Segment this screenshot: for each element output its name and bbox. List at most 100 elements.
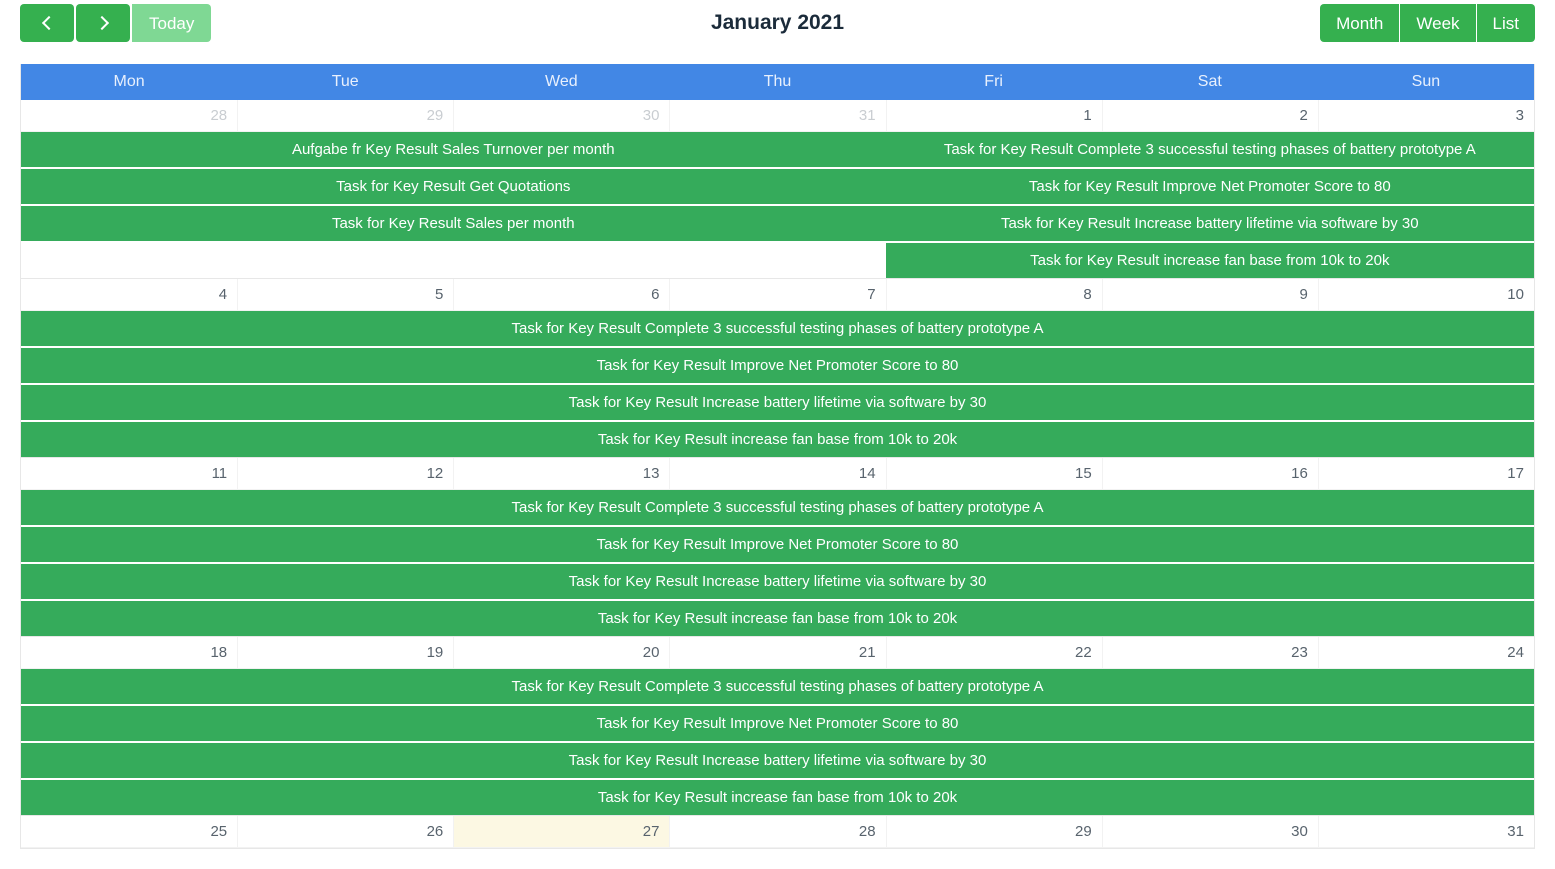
calendar-event[interactable]: Task for Key Result Complete 3 successfu…: [885, 132, 1534, 167]
day-cell[interactable]: 20: [453, 637, 669, 668]
day-of-week-header-row: Mon Tue Wed Thu Fri Sat Sun: [21, 64, 1534, 100]
day-cell[interactable]: 23: [1101, 637, 1318, 668]
event-row: Task for Key Result increase fan base fr…: [21, 780, 1534, 815]
event-row: Task for Key Result Sales per month Task …: [21, 206, 1534, 241]
day-of-week-header: Sat: [1197, 73, 1222, 90]
calendar-event[interactable]: Task for Key Result Increase battery lif…: [21, 385, 1534, 420]
calendar-week-row: 18 19 20 21 22 23 24 Task for Key Result Comple…: [21, 637, 1534, 816]
event-stack: Task for Key Result Complete 3 successfu…: [21, 490, 1534, 636]
view-button-week[interactable]: Week: [1400, 4, 1476, 42]
day-cell[interactable]: 31: [669, 100, 885, 131]
day-cell[interactable]: 14: [669, 458, 885, 489]
day-cell[interactable]: 9: [1101, 279, 1318, 310]
calendar-event[interactable]: Task for Key Result Increase battery lif…: [21, 564, 1534, 599]
day-cell[interactable]: 19: [237, 637, 453, 668]
calendar-event[interactable]: Task for Key Result Complete 3 successfu…: [21, 490, 1534, 525]
event-row: Task for Key Result Complete 3 successfu…: [21, 669, 1534, 704]
navigation-button-group: Today: [20, 4, 212, 42]
event-row: Aufgabe fr Key Result Sales Turnover per…: [21, 132, 1534, 167]
calendar-weeks: 28 29 30 31 1 2 3 Aufgabe fr Key Result Sales T…: [21, 100, 1534, 849]
date-number-row: 28 29 30 31 1 2 3: [21, 100, 1534, 132]
event-row: Task for Key Result Improve Net Promoter…: [21, 348, 1534, 383]
day-of-week-header: Mon: [113, 73, 145, 90]
calendar-event[interactable]: Task for Key Result Improve Net Promoter…: [21, 706, 1534, 741]
day-cell[interactable]: 28: [21, 100, 237, 131]
day-cell[interactable]: 7: [669, 279, 885, 310]
month-calendar-grid: Mon Tue Wed Thu Fri Sat Sun 28 29 30 31 1 2 3 Aufgabe…: [20, 64, 1535, 849]
day-cell[interactable]: 24: [1317, 637, 1534, 668]
day-cell[interactable]: 4: [21, 279, 237, 310]
day-cell[interactable]: 30: [1101, 816, 1318, 847]
day-cell[interactable]: 16: [1101, 458, 1318, 489]
calendar-event[interactable]: Task for Key Result increase fan base fr…: [885, 243, 1534, 278]
day-cell[interactable]: 25: [21, 816, 237, 847]
day-cell[interactable]: 6: [453, 279, 669, 310]
calendar-toolbar: Today January 2021 Month Week List: [0, 0, 1555, 46]
day-cell[interactable]: 13: [453, 458, 669, 489]
day-cell[interactable]: 15: [885, 458, 1102, 489]
event-row: Task for Key Result increase fan base fr…: [21, 601, 1534, 636]
date-number-row: 11 12 13 14 15 16 17: [21, 458, 1534, 490]
calendar-event[interactable]: Task for Key Result increase fan base fr…: [21, 422, 1534, 457]
event-row: Task for Key Result Increase battery lif…: [21, 564, 1534, 599]
calendar-event[interactable]: Task for Key Result increase fan base fr…: [21, 780, 1534, 815]
chevron-right-icon: [94, 15, 109, 31]
event-row: Task for Key Result increase fan base fr…: [21, 243, 1534, 278]
next-month-button[interactable]: [76, 4, 130, 42]
event-row: Task for Key Result Complete 3 successfu…: [21, 311, 1534, 346]
day-of-week-header: Sun: [1411, 73, 1441, 90]
day-cell[interactable]: 17: [1317, 458, 1534, 489]
day-cell[interactable]: 8: [885, 279, 1102, 310]
day-cell[interactable]: 10: [1317, 279, 1534, 310]
calendar-week-row: 4 5 6 7 8 9 10 Task for Key Result Complete 3 s…: [21, 279, 1534, 458]
calendar-event[interactable]: Task for Key Result Improve Net Promoter…: [885, 169, 1534, 204]
calendar-event[interactable]: Task for Key Result Sales per month: [21, 206, 886, 241]
day-cell[interactable]: 30: [453, 100, 669, 131]
day-cell[interactable]: 29: [237, 100, 453, 131]
calendar-event[interactable]: Task for Key Result Increase battery lif…: [885, 206, 1534, 241]
day-of-week-header: Fri: [984, 73, 1003, 90]
day-cell[interactable]: 5: [237, 279, 453, 310]
calendar-event[interactable]: Task for Key Result Get Quotations: [21, 169, 886, 204]
today-button[interactable]: Today: [132, 4, 212, 42]
day-cell[interactable]: 1: [885, 100, 1102, 131]
calendar-week-row: 25 26 27 28 29 30 31: [21, 816, 1534, 849]
calendar-event[interactable]: Task for Key Result increase fan base fr…: [21, 601, 1534, 636]
day-cell[interactable]: 28: [669, 816, 885, 847]
day-cell[interactable]: 29: [885, 816, 1102, 847]
view-button-list[interactable]: List: [1476, 4, 1535, 42]
day-cell[interactable]: 12: [237, 458, 453, 489]
calendar-week-row: 11 12 13 14 15 16 17 Task for Key Result Comple…: [21, 458, 1534, 637]
day-of-week-header: Wed: [545, 73, 578, 90]
day-cell[interactable]: 3: [1317, 100, 1534, 131]
calendar-event[interactable]: Aufgabe fr Key Result Sales Turnover per…: [21, 132, 886, 167]
event-stack: Task for Key Result Complete 3 successfu…: [21, 311, 1534, 457]
calendar-event[interactable]: Task for Key Result Increase battery lif…: [21, 743, 1534, 778]
day-cell[interactable]: 11: [21, 458, 237, 489]
day-cell[interactable]: 2: [1101, 100, 1318, 131]
day-cell[interactable]: 21: [669, 637, 885, 668]
chevron-left-icon: [41, 15, 56, 31]
calendar-event[interactable]: Task for Key Result Improve Net Promoter…: [21, 348, 1534, 383]
event-row: Task for Key Result increase fan base fr…: [21, 422, 1534, 457]
event-row: Task for Key Result Get Quotations Task f…: [21, 169, 1534, 204]
prev-month-button[interactable]: [20, 4, 74, 42]
calendar-event[interactable]: Task for Key Result Complete 3 successfu…: [21, 669, 1534, 704]
day-cell[interactable]: 22: [885, 637, 1102, 668]
date-number-row: 4 5 6 7 8 9 10: [21, 279, 1534, 311]
calendar-event[interactable]: Task for Key Result Complete 3 successfu…: [21, 311, 1534, 346]
date-number-row: 25 26 27 28 29 30 31: [21, 816, 1534, 848]
calendar-week-row: 28 29 30 31 1 2 3 Aufgabe fr Key Result Sales T…: [21, 100, 1534, 279]
view-button-month[interactable]: Month: [1320, 4, 1400, 42]
day-cell[interactable]: 27: [453, 816, 670, 847]
day-of-week-header: Tue: [331, 73, 359, 90]
event-row: Task for Key Result Complete 3 successfu…: [21, 490, 1534, 525]
event-stack: Task for Key Result Complete 3 successfu…: [21, 669, 1534, 815]
day-cell[interactable]: 18: [21, 637, 237, 668]
day-cell[interactable]: 31: [1317, 816, 1534, 847]
day-cell[interactable]: 26: [237, 816, 453, 847]
calendar-event[interactable]: Task for Key Result Improve Net Promoter…: [21, 527, 1534, 562]
date-number-row: 18 19 20 21 22 23 24: [21, 637, 1534, 669]
view-switch-group: Month Week List: [1320, 4, 1535, 42]
event-row-spacer: [21, 243, 886, 278]
